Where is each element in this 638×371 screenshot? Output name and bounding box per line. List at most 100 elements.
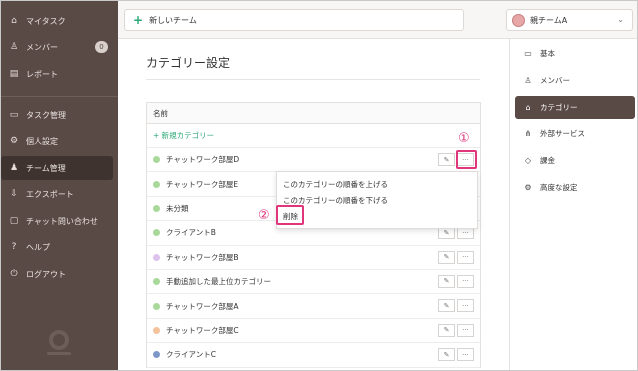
sidebar-item-label: チーム管理 (26, 163, 66, 173)
add-category-label: + 新規カテゴリー (153, 131, 215, 140)
team-avatar (512, 13, 525, 27)
more-button[interactable]: ··· (457, 348, 474, 362)
add-category-link[interactable]: + 新規カテゴリー (146, 124, 481, 148)
team-selector[interactable]: 親チームA ⌄ (506, 9, 633, 31)
move-down-menu-item[interactable]: このカテゴリーの順番を下げる (277, 192, 477, 208)
edit-button[interactable]: ✎ (438, 153, 455, 166)
category-color-dot (153, 156, 160, 164)
settings-nav-basic[interactable]: ▭ 基本 (515, 42, 635, 65)
plus-icon: + (133, 13, 144, 27)
task-icon: ▭ (9, 110, 19, 120)
row-actions: ✎··· (438, 274, 474, 288)
settings-nav-external-services[interactable]: ⋔ 外部サービス (515, 122, 635, 145)
more-button[interactable]: ··· (457, 250, 474, 264)
archive-icon: ▭ (524, 49, 532, 58)
report-icon: ▤ (9, 69, 19, 79)
settings-nav: ▭ 基本 ♙ メンバー ⌂ カテゴリー ⋔ 外部サービス ◇ 課金 ⚙ 高度な設… (509, 39, 637, 370)
settings-nav-label: 課金 (540, 156, 555, 165)
sidebar-divider (1, 96, 118, 97)
row-actions: ✎··· (438, 299, 474, 313)
edit-button[interactable]: ✎ (438, 299, 455, 313)
delete-menu-item[interactable]: 削除 (277, 208, 477, 224)
settings-nav-categories[interactable]: ⌂ カテゴリー (515, 96, 635, 119)
row-actions: ✎··· (438, 250, 474, 264)
sidebar-item-export[interactable]: ⇩ エクスポート (1, 182, 118, 206)
category-color-dot (153, 351, 160, 359)
sidebar-item-label: ログアウト (26, 269, 66, 279)
sidebar-item-label: エクスポート (26, 189, 74, 199)
sidebar-item-personal-settings[interactable]: ⚙ 個人設定 (1, 129, 118, 153)
tag-icon: ⌂ (525, 103, 531, 112)
category-color-dot (153, 253, 160, 261)
edit-button[interactable]: ✎ (438, 348, 455, 362)
settings-nav-members[interactable]: ♙ メンバー (515, 69, 635, 92)
help-icon: ? (11, 242, 17, 252)
sidebar-item-team-management[interactable]: ♟ チーム管理 (1, 156, 113, 180)
home-icon: ⌂ (11, 16, 17, 26)
sidebar-item-logout[interactable]: ⏻ ログアウト (1, 262, 118, 286)
power-icon: ⏻ (10, 269, 18, 279)
settings-nav-billing[interactable]: ◇ 課金 (515, 149, 635, 172)
category-color-dot (153, 302, 160, 310)
sidebar-item-task-management[interactable]: ▭ タスク管理 (1, 103, 118, 127)
app-logo-icon (47, 330, 71, 355)
row-actions: ✎··· (438, 323, 474, 337)
sidebar-item-my-tasks[interactable]: ⌂ マイタスク (1, 9, 118, 33)
category-name: チャットワーク部屋C (166, 325, 239, 335)
gear-icon: ⚙ (524, 183, 532, 192)
table-row: チャットワーク部屋D ✎ ··· (146, 148, 481, 173)
category-name: クライアントB (166, 228, 216, 238)
category-color-dot (153, 204, 160, 212)
more-button[interactable]: ··· (457, 299, 474, 313)
edit-button[interactable]: ✎ (438, 274, 455, 288)
category-table: 名前 + 新規カテゴリー チャットワーク部屋D✎···チャットワーク部屋E✎··… (146, 102, 481, 368)
sidebar-item-label: 個人設定 (26, 136, 58, 146)
settings-nav-advanced[interactable]: ⚙ 高度な設定 (515, 176, 635, 199)
step-two-marker: ② (258, 208, 270, 223)
sidebar-item-chat-support[interactable]: ▢ チャット問い合わせ (1, 209, 118, 233)
table-row: チャットワーク部屋B ✎ ··· (146, 245, 481, 270)
more-button[interactable]: ··· (457, 274, 474, 288)
settings-nav-label: 外部サービス (540, 129, 585, 138)
sidebar-item-label: チャット問い合わせ (26, 216, 98, 226)
user-icon: ♙ (9, 42, 19, 52)
app-window: ⌂ マイタスク ♙ メンバー 0 ▤ レポート ▭ タスク管理 ⚙ 個人設定 ♟… (0, 0, 638, 371)
column-header: 名前 (146, 102, 481, 124)
settings-nav-label: カテゴリー (540, 103, 578, 112)
more-button[interactable]: ··· (457, 323, 474, 337)
settings-nav-label: メンバー (540, 76, 570, 85)
delete-highlight (276, 205, 304, 225)
team-icon: ♟ (9, 163, 19, 173)
new-team-button[interactable]: + 新しいチーム (124, 9, 464, 31)
category-name: クライアントC (166, 350, 216, 360)
row-actions: ✎··· (438, 348, 474, 362)
sidebar-item-label: タスク管理 (26, 110, 66, 120)
sidebar-item-reports[interactable]: ▤ レポート (1, 62, 118, 86)
sidebar-item-members[interactable]: ♙ メンバー 0 (1, 35, 118, 59)
category-action-menu: このカテゴリーの順番を上げる このカテゴリーの順番を下げる 削除 (276, 171, 478, 229)
table-row: クライアントC ✎ ··· (146, 343, 481, 368)
category-color-dot (153, 326, 160, 334)
sidebar: ⌂ マイタスク ♙ メンバー 0 ▤ レポート ▭ タスク管理 ⚙ 個人設定 ♟… (1, 1, 118, 370)
sidebar-item-help[interactable]: ? ヘルプ (1, 235, 118, 259)
network-icon: ⋔ (524, 129, 532, 138)
sidebar-item-label: メンバー (26, 42, 58, 52)
chat-icon: ▢ (9, 216, 19, 226)
sidebar-item-label: マイタスク (26, 16, 66, 26)
diamond-icon: ◇ (524, 156, 532, 165)
move-up-menu-item[interactable]: このカテゴリーの順番を上げる (277, 176, 477, 192)
category-name: チャットワーク部屋D (166, 155, 240, 165)
count-badge: 0 (95, 41, 108, 53)
page-title: カテゴリー設定 (146, 56, 231, 70)
edit-button[interactable]: ✎ (438, 250, 455, 264)
user-icon: ♙ (524, 76, 532, 85)
category-name: チャットワーク部屋E (166, 179, 239, 189)
edit-button[interactable]: ✎ (438, 323, 455, 337)
team-name: 親チームA (530, 15, 568, 25)
sidebar-item-label: ヘルプ (26, 242, 50, 252)
step-one-marker: ① (458, 131, 470, 146)
title-divider (146, 79, 480, 80)
top-bar: + 新しいチーム 親チームA ⌄ (118, 1, 637, 39)
more-button-highlight (456, 150, 477, 169)
settings-nav-label: 基本 (540, 49, 555, 58)
